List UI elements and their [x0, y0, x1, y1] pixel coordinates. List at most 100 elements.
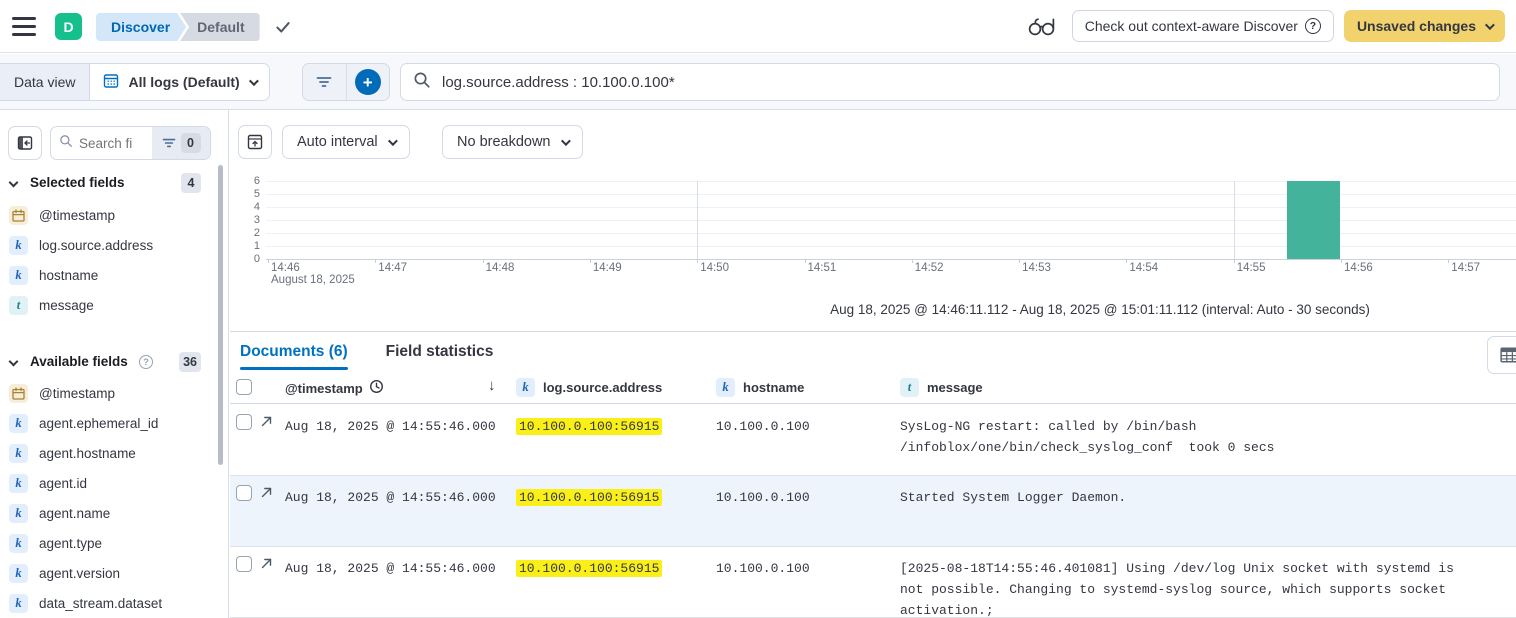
field-name: data_stream.dataset: [39, 596, 162, 611]
query-bar: Data view All logs (Default): [0, 54, 1516, 110]
clock-icon: [369, 379, 384, 397]
field-item[interactable]: kagent.id: [0, 468, 220, 498]
available-fields-title: Available fields: [30, 354, 128, 369]
available-fields-header[interactable]: Available fields ? 36: [0, 351, 229, 375]
plus-icon: +: [355, 69, 381, 95]
y-axis-tick: 0: [230, 253, 260, 265]
chevron-down-icon: [1485, 20, 1495, 30]
time-range-caption: Aug 18, 2025 @ 14:46:11.112 - Aug 18, 20…: [650, 302, 1516, 317]
field-item[interactable]: kagent.name: [0, 498, 220, 528]
timestamp-header-label: @timestamp: [285, 381, 363, 396]
x-axis-tick: 14:56: [1344, 262, 1373, 274]
data-view-icon: [103, 73, 119, 92]
context-aware-discover-button[interactable]: Check out context-aware Discover ?: [1072, 10, 1334, 42]
row-checkbox[interactable]: [236, 485, 252, 501]
expand-document-icon[interactable]: [260, 486, 273, 499]
column-header-hostname[interactable]: k hostname: [716, 378, 804, 397]
table-row[interactable]: Aug 18, 2025 @ 14:55:46.000 10.100.0.100…: [230, 476, 1516, 547]
text-icon: t: [9, 296, 28, 315]
breadcrumb-discover[interactable]: Discover: [96, 13, 186, 41]
top-header: D Discover Default Check out context-awa…: [0, 0, 1516, 53]
x-axis-tick: 14:46: [271, 262, 300, 274]
fields-sidebar: 0 Selected fields 4 @timestamp klog.sourc…: [0, 110, 229, 618]
field-item[interactable]: kagent.type: [0, 528, 220, 558]
field-search-input[interactable]: [79, 136, 148, 151]
field-filter-button[interactable]: 0: [152, 127, 210, 159]
query-input[interactable]: [442, 74, 1487, 91]
y-axis-tick: 1: [230, 240, 260, 252]
x-axis-tick: 14:48: [486, 262, 515, 274]
chevron-down-icon: [560, 136, 570, 146]
cell-log-source-address: 10.100.0.100:56915: [516, 416, 662, 437]
data-view-selector[interactable]: All logs (Default): [90, 64, 268, 100]
breakdown-selector[interactable]: No breakdown: [442, 125, 583, 159]
hide-chart-button[interactable]: [238, 125, 272, 159]
x-axis-tick: 14:49: [593, 262, 622, 274]
field-name: hostname: [39, 268, 98, 283]
row-checkbox[interactable]: [236, 556, 252, 572]
column-header-timestamp[interactable]: @timestamp: [285, 379, 384, 397]
histogram-bar[interactable]: [1287, 181, 1340, 259]
highlighted-match: 10.100.0.100:56915: [516, 489, 662, 506]
filter-menu-button[interactable]: [303, 64, 347, 100]
field-item[interactable]: t message: [0, 290, 220, 320]
check-icon: [274, 18, 292, 36]
field-item[interactable]: @timestamp: [0, 378, 220, 408]
cell-log-source-address: 10.100.0.100:56915: [516, 558, 662, 579]
discover-page: D Discover Default Check out context-awa…: [0, 0, 1516, 618]
chevron-down-icon: [249, 76, 259, 86]
field-item[interactable]: kdata_stream.dataset: [0, 588, 220, 618]
sort-desc-icon[interactable]: ↓: [488, 377, 496, 394]
field-name: @timestamp: [39, 208, 115, 223]
keyword-icon: k: [9, 236, 28, 255]
project-badge[interactable]: D: [55, 13, 82, 40]
field-name: agent.hostname: [39, 446, 136, 461]
breadcrumb-default[interactable]: Default: [180, 13, 259, 41]
field-name: agent.id: [39, 476, 87, 491]
search-icon: [59, 134, 73, 153]
table-row[interactable]: Aug 18, 2025 @ 14:55:46.000 10.100.0.100…: [230, 547, 1516, 618]
expand-document-icon[interactable]: [260, 415, 273, 428]
field-item[interactable]: kagent.hostname: [0, 438, 220, 468]
source-header-label: log.source.address: [543, 380, 662, 395]
documents-table: Aug 18, 2025 @ 14:55:46.000 10.100.0.100…: [230, 405, 1516, 618]
breadcrumb: Discover Default: [96, 13, 292, 41]
field-item[interactable]: kagent.version: [0, 558, 220, 588]
chevron-down-icon: [388, 136, 398, 146]
grid-settings-button[interactable]: [1487, 336, 1516, 374]
selected-fields-count: 4: [181, 173, 201, 193]
x-axis-date-label: August 18, 2025: [271, 274, 355, 286]
field-item[interactable]: @timestamp: [0, 200, 220, 230]
select-all-checkbox[interactable]: [236, 379, 252, 395]
field-item[interactable]: klog.source.address: [0, 230, 220, 260]
message-header-label: message: [927, 380, 983, 395]
x-axis-line: [266, 259, 1516, 260]
unsaved-changes-button[interactable]: Unsaved changes: [1344, 10, 1505, 42]
column-header-source[interactable]: k log.source.address: [516, 378, 662, 397]
search-query-bar[interactable]: [400, 63, 1500, 101]
table-row[interactable]: Aug 18, 2025 @ 14:55:46.000 10.100.0.100…: [230, 405, 1516, 476]
glasses-icon: [1025, 14, 1057, 38]
cell-message: SysLog-NG restart: called by /bin/bash /…: [900, 416, 1465, 458]
row-checkbox[interactable]: [236, 414, 252, 430]
selected-fields-list: @timestampklog.source.addresskhostnametm…: [0, 200, 220, 320]
expand-document-icon[interactable]: [260, 557, 273, 570]
collapse-sidebar-button[interactable]: [8, 126, 42, 160]
cell-timestamp: Aug 18, 2025 @ 14:55:46.000: [285, 487, 496, 508]
field-item[interactable]: khostname: [0, 260, 220, 290]
breakdown-label: No breakdown: [457, 134, 551, 150]
menu-icon[interactable]: [12, 17, 36, 36]
x-axis-tick: 14:52: [915, 262, 944, 274]
add-filter-button[interactable]: +: [347, 64, 390, 100]
tab-field-statistics[interactable]: Field statistics: [386, 343, 494, 370]
selected-fields-header[interactable]: Selected fields 4: [0, 172, 229, 196]
field-name: agent.version: [39, 566, 120, 581]
field-name: agent.type: [39, 536, 102, 551]
field-item[interactable]: kagent.ephemeral_id: [0, 408, 220, 438]
interval-selector[interactable]: Auto interval: [282, 125, 410, 159]
x-axis-tick: 14:55: [1237, 262, 1266, 274]
column-header-message[interactable]: t message: [900, 378, 983, 397]
x-axis-tick: 14:47: [378, 262, 407, 274]
tab-documents[interactable]: Documents (6): [240, 343, 348, 370]
field-name: message: [39, 298, 94, 313]
